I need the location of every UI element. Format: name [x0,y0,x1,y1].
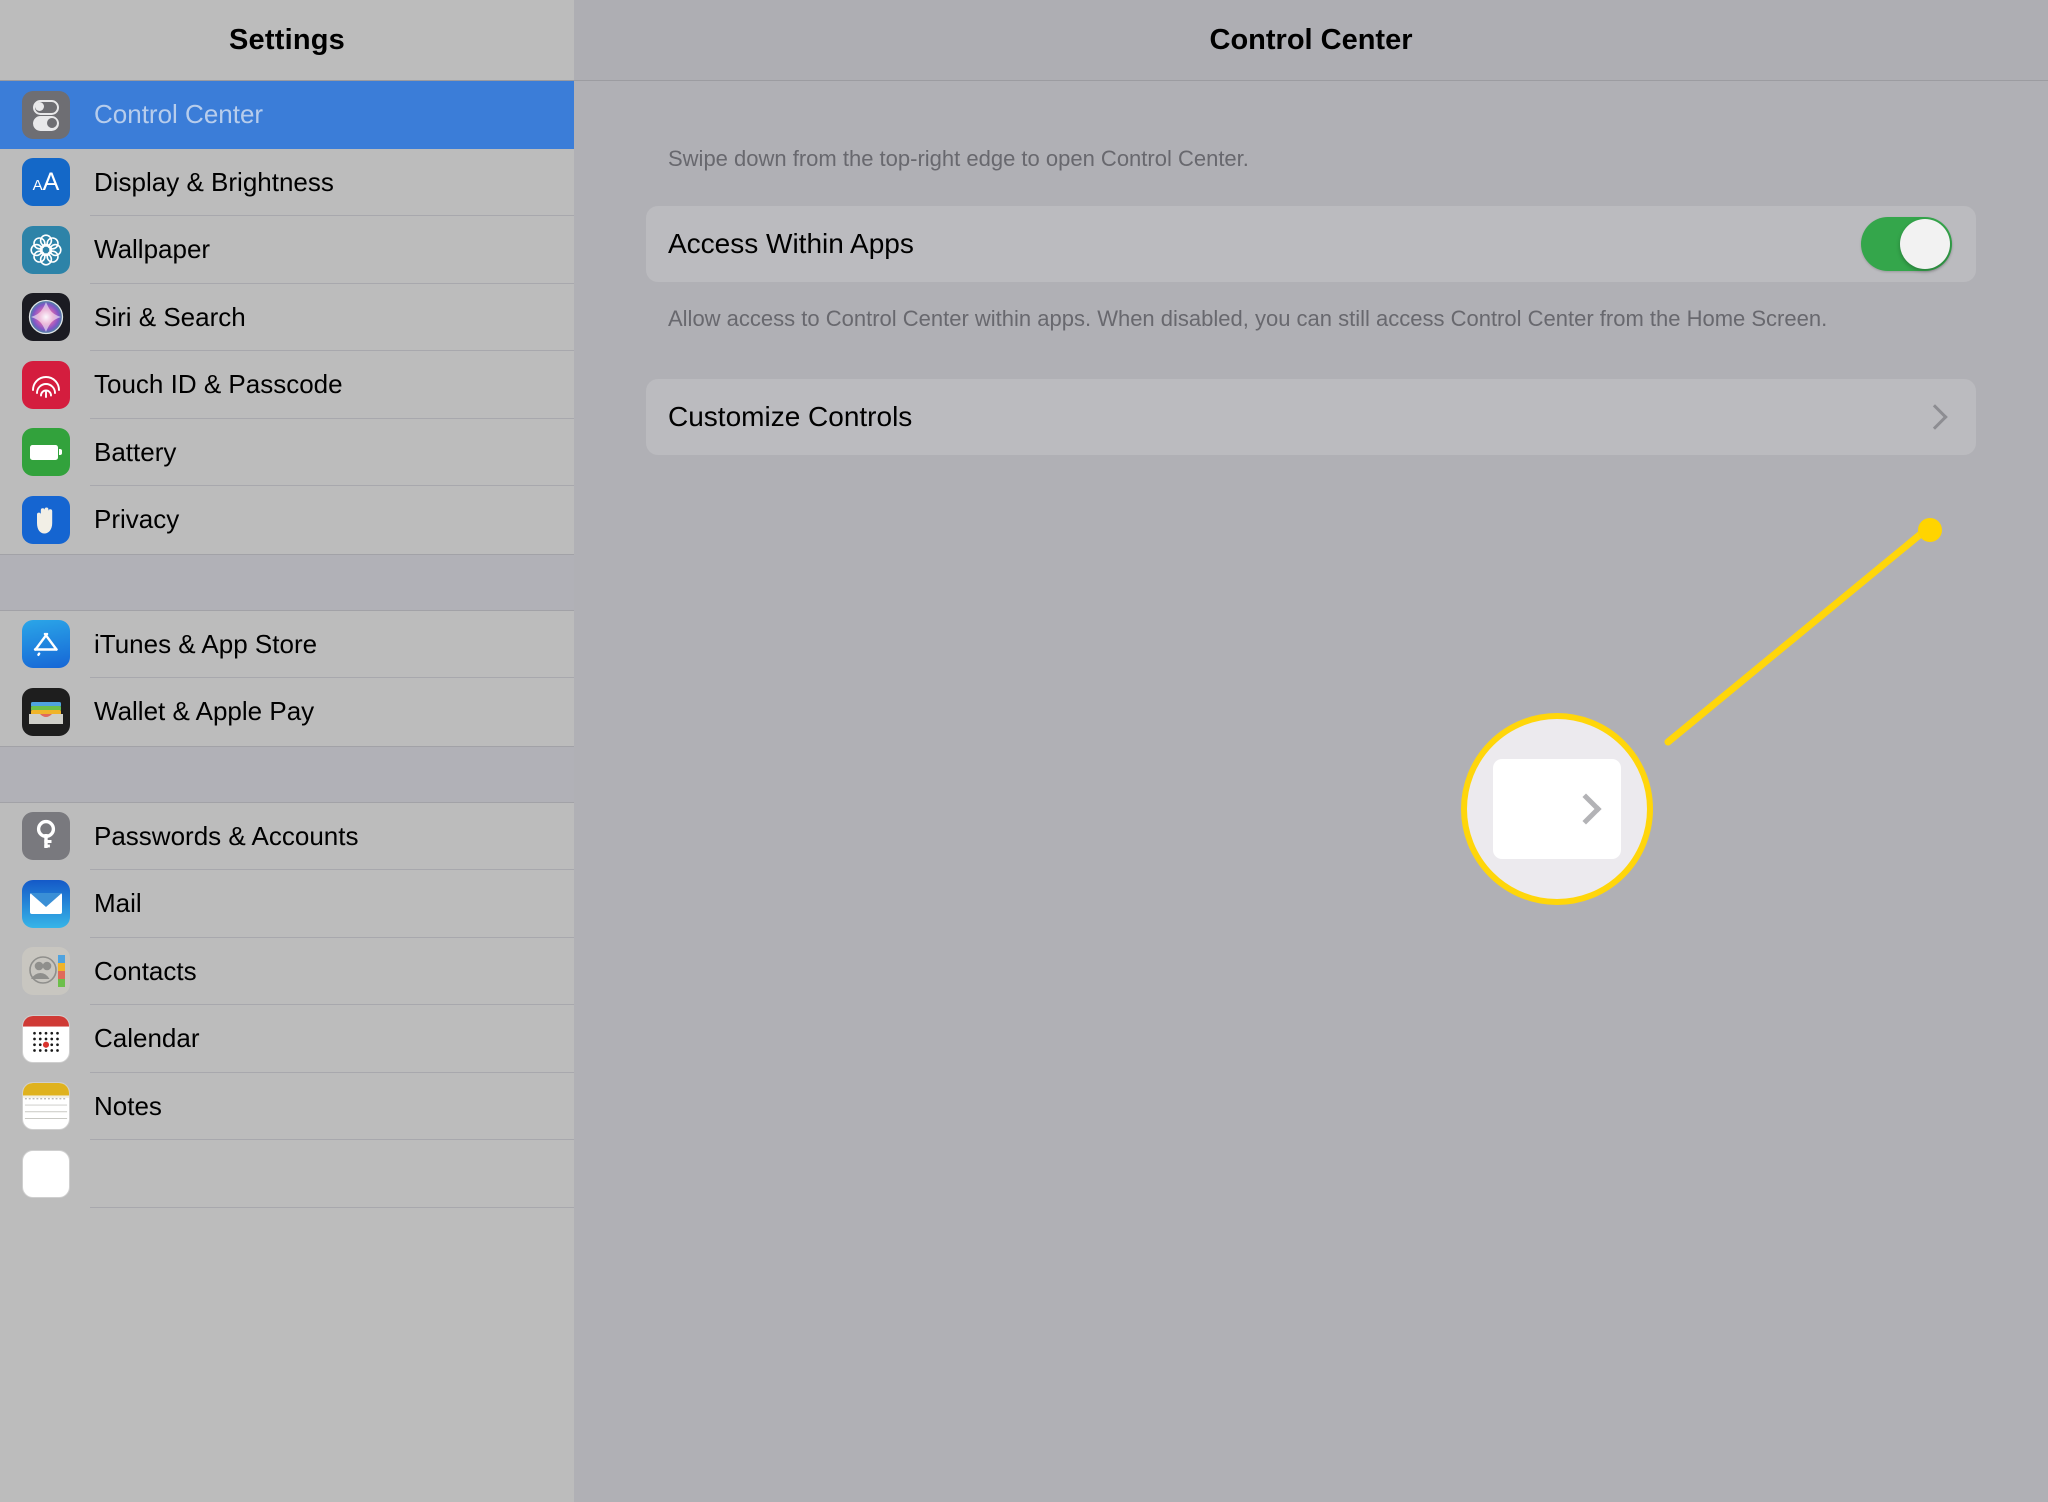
sidebar-item-display-brightness[interactable]: AA Display & Brightness [0,149,574,216]
sidebar-item-label: Contacts [94,955,197,986]
callout-anchor-dot [1918,518,1942,542]
reminders-icon [22,1149,70,1198]
access-within-apps-description: Allow access to Control Center within ap… [668,305,1828,331]
customize-controls-label: Customize Controls [668,401,913,433]
sidebar-item-label: Wallpaper [94,234,211,265]
sidebar-group-separator [0,745,574,803]
toggle-knob [1900,218,1950,269]
ipad-settings-screen: Settings Control Center AA Display & Bri… [0,0,2048,1502]
app-store-icon [22,620,70,669]
control-center-detail-pane: Control Center Swipe down from the top-r… [574,0,2048,1502]
sidebar-item-battery[interactable]: Battery [0,419,574,486]
sidebar-item-touch-id-passcode[interactable]: Touch ID & Passcode [0,351,574,419]
magnified-chevron-right-icon [1570,793,1602,825]
sidebar-item-label: iTunes & App Store [94,628,318,659]
settings-sidebar: Settings Control Center AA Display & Bri… [0,0,574,1502]
sidebar-item-contacts[interactable]: Contacts [0,938,574,1005]
sidebar-item-label: Control Center [94,99,264,130]
sidebar-item-wallpaper[interactable]: Wallpaper [0,216,574,284]
sidebar-item-notes[interactable]: Notes [0,1073,574,1140]
privacy-hand-icon [22,495,70,544]
mail-envelope-icon [22,879,70,928]
sidebar-item-label: Calendar [94,1023,200,1054]
sidebar-group-1: Control Center AA Display & Brightness W… [0,81,574,554]
callout-magnifier [1461,713,1653,905]
sidebar-item-label: Mail [94,888,142,919]
access-within-apps-toggle[interactable] [1861,216,1952,271]
customize-controls-row[interactable]: Customize Controls [646,379,1976,456]
notes-icon [22,1082,70,1131]
sidebar-item-label: Passwords & Accounts [94,820,359,851]
sidebar-item-label: Notes [94,1090,162,1121]
sidebar-group-3: Passwords & Accounts Mail Contacts Calen… [0,802,574,1208]
sidebar-group-separator [0,553,574,611]
calendar-icon [22,1014,70,1063]
sidebar-item-label: Wallet & Apple Pay [94,696,315,727]
sidebar-group-2: iTunes & App Store Wallet & Apple Pay [0,610,574,746]
sidebar-item-itunes-app-store[interactable]: iTunes & App Store [0,611,574,678]
access-within-apps-row[interactable]: Access Within Apps [646,205,1976,282]
magnified-row [1493,759,1621,859]
sidebar-item-label: Touch ID & Passcode [94,369,343,400]
row-divider [90,1206,574,1208]
detail-header: Control Center [574,0,2048,81]
display-brightness-icon: AA [22,158,70,207]
sidebar-item-passwords-accounts[interactable]: Passwords & Accounts [0,803,574,870]
touch-id-icon [22,360,70,409]
swipe-instruction-text: Swipe down from the top-right edge to op… [668,146,1249,171]
sidebar-item-partial-next[interactable] [0,1140,574,1208]
detail-body: Swipe down from the top-right edge to op… [574,144,2048,456]
sidebar-item-mail[interactable]: Mail [0,870,574,938]
battery-icon [22,428,70,477]
sidebar-item-wallet-apple-pay[interactable]: Wallet & Apple Pay [0,678,574,746]
sidebar-header: Settings [0,0,574,81]
key-icon [22,812,70,861]
sidebar-item-label: Siri & Search [94,301,246,332]
wallpaper-icon [22,225,70,274]
sidebar-item-calendar[interactable]: Calendar [0,1005,574,1073]
page-title: Settings [229,24,345,56]
control-center-icon [22,90,70,139]
sidebar-item-label: Battery [94,436,177,467]
siri-search-icon [22,293,70,342]
detail-title: Control Center [1209,24,1413,56]
sidebar-item-label: Display & Brightness [94,166,334,197]
chevron-right-icon[interactable] [1922,404,1948,431]
access-within-apps-label: Access Within Apps [668,227,914,259]
sidebar-item-control-center[interactable]: Control Center [0,81,574,149]
sidebar-item-label: Privacy [94,504,180,535]
contacts-icon [22,947,70,996]
sidebar-item-siri-search[interactable]: Siri & Search [0,284,574,351]
wallet-icon [22,687,70,736]
sidebar-item-privacy[interactable]: Privacy [0,486,574,554]
